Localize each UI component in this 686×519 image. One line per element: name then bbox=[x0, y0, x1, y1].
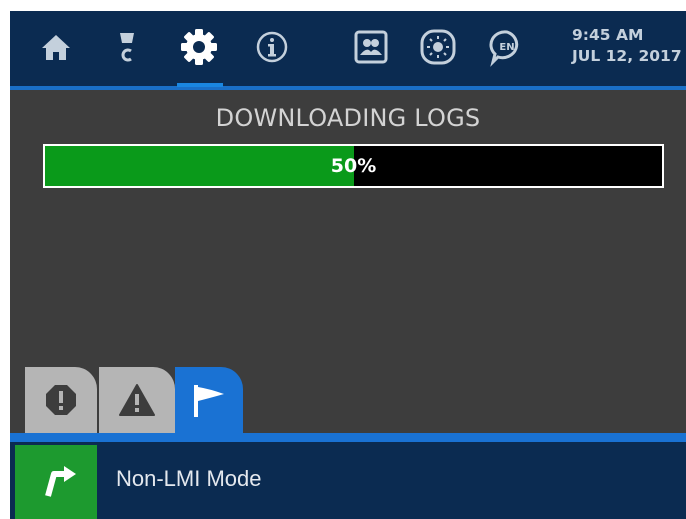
error-octagon-icon bbox=[46, 385, 76, 415]
download-progress-bar: 50% bbox=[43, 144, 664, 188]
mode-label: Non-LMI Mode bbox=[116, 466, 262, 491]
device-screen: EN 9:45 AM JUL 12, 2017 DOWNLOADING LOGS… bbox=[10, 11, 686, 519]
top-bar: EN 9:45 AM JUL 12, 2017 bbox=[10, 11, 686, 86]
error-tab[interactable] bbox=[25, 367, 97, 433]
clock-date: JUL 12, 2017 bbox=[572, 47, 682, 65]
active-tab-indicator bbox=[177, 83, 223, 87]
bottom-bar bbox=[10, 442, 686, 519]
tab-strip bbox=[10, 433, 686, 442]
clock-time: 9:45 AM bbox=[572, 26, 644, 44]
warning-tab[interactable] bbox=[99, 367, 175, 433]
contacts-icon[interactable] bbox=[349, 25, 393, 69]
mode-button[interactable] bbox=[15, 445, 97, 519]
gear-icon[interactable] bbox=[177, 25, 221, 69]
warning-triangle-icon bbox=[119, 384, 155, 416]
flag-tab[interactable] bbox=[175, 367, 243, 435]
language-icon[interactable]: EN bbox=[485, 25, 529, 69]
home-icon[interactable] bbox=[34, 25, 78, 69]
language-code: EN bbox=[499, 42, 514, 53]
flag-icon bbox=[194, 385, 224, 417]
info-icon[interactable] bbox=[250, 25, 294, 69]
turn-arrow-icon bbox=[45, 466, 76, 497]
clock: 9:45 AM JUL 12, 2017 bbox=[572, 25, 682, 67]
progress-label: 50% bbox=[330, 155, 377, 177]
connector-icon[interactable] bbox=[105, 25, 149, 69]
download-title: DOWNLOADING LOGS bbox=[215, 104, 481, 132]
brightness-icon[interactable] bbox=[416, 25, 460, 69]
topbar-divider bbox=[10, 86, 686, 90]
